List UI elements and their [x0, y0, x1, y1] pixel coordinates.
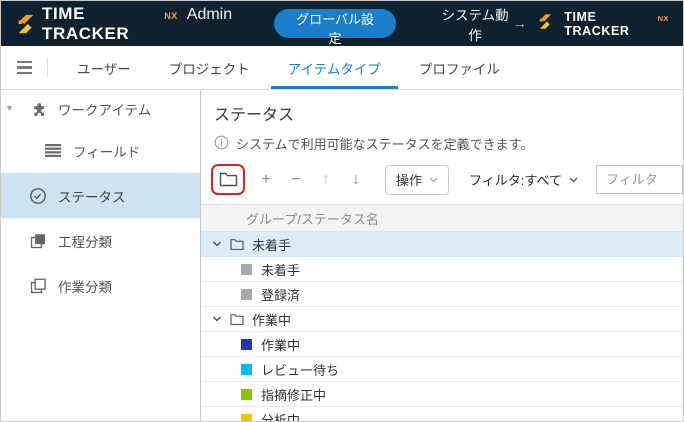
go-to-app-link[interactable]: → TIME TRACKER NX	[512, 10, 669, 38]
status-name: 指摘修正中	[261, 385, 326, 404]
status-name: 登録済	[261, 285, 300, 304]
move-down-button[interactable]: ↓	[341, 166, 371, 194]
brand-admin: Admin	[187, 6, 232, 24]
brand-nx: NX	[164, 11, 178, 21]
brand-title: TIME TRACKER	[42, 4, 159, 44]
table-row-group[interactable]: 作業中	[201, 307, 683, 332]
status-color-swatch	[241, 264, 252, 275]
navbar: ユーザー プロジェクト アイテムタイプ プロファイル	[1, 46, 683, 90]
status-color-swatch	[241, 389, 252, 400]
chevron-down-icon	[212, 240, 222, 248]
chevron-down-icon	[429, 177, 438, 183]
status-name: 分析中	[261, 410, 300, 422]
status-color-swatch	[241, 414, 252, 422]
sidebar-item-label: ステータス	[58, 186, 126, 206]
tab-item-types[interactable]: アイテムタイプ	[269, 46, 400, 89]
layers-filled-icon	[29, 232, 47, 250]
table-header: グループ/ステータス名	[201, 204, 683, 232]
sidebar-item-process-categories[interactable]: 工程分類	[1, 218, 200, 263]
sidebar: ▼ ワークアイテム フィールド	[1, 90, 201, 421]
chevron-down-icon: ▼	[5, 103, 14, 113]
status-color-swatch	[241, 339, 252, 350]
table-row-status[interactable]: 登録済	[201, 282, 683, 307]
sidebar-item-label: ワークアイテム	[58, 99, 151, 119]
sidebar-item-work-items[interactable]: ▼ ワークアイテム	[1, 90, 200, 128]
sidebar-item-fields[interactable]: フィールド	[1, 128, 200, 173]
nav-tabs: ユーザー プロジェクト アイテムタイプ プロファイル	[58, 46, 519, 89]
toolbar: + − ↑ ↓ 操作 フィルタ:すべて	[211, 164, 683, 195]
add-group-folder-button[interactable]	[215, 167, 241, 191]
group-name: 未着手	[252, 235, 291, 254]
tab-users[interactable]: ユーザー	[58, 46, 150, 89]
topbar: TIME TRACKER NX Admin グローバル設定 システム動作 → T…	[1, 1, 683, 46]
brand-left: TIME TRACKER NX Admin	[15, 4, 232, 44]
add-button[interactable]: +	[251, 166, 281, 194]
annotation-highlight	[211, 164, 245, 195]
puzzle-icon	[29, 101, 47, 118]
chevron-down-icon	[212, 315, 222, 323]
sidebar-item-task-categories[interactable]: 作業分類	[1, 263, 200, 308]
status-name: 未着手	[261, 260, 300, 279]
system-behavior-button[interactable]: システム動作	[438, 4, 512, 44]
info-icon	[214, 135, 229, 153]
table-row-status[interactable]: 未着手	[201, 257, 683, 282]
remove-button[interactable]: −	[281, 166, 311, 194]
sidebar-item-label: フィールド	[73, 141, 140, 161]
list-icon	[44, 144, 62, 157]
divider	[47, 58, 48, 77]
table-row-group[interactable]: 未着手	[201, 232, 683, 257]
table-row-status[interactable]: 作業中	[201, 332, 683, 357]
sidebar-item-label: 工程分類	[58, 231, 112, 251]
app-window: TIME TRACKER NX Admin グローバル設定 システム動作 → T…	[0, 0, 684, 422]
table-row-status[interactable]: 指摘修正中	[201, 382, 683, 407]
status-color-swatch	[241, 289, 252, 300]
status-table: グループ/ステータス名 未着手 未着手 登	[201, 204, 683, 421]
timetracker-logo-icon	[15, 13, 37, 35]
table-row-status[interactable]: 分析中	[201, 407, 683, 421]
table-row-status[interactable]: レビュー待ち	[201, 357, 683, 382]
chevron-down-icon	[569, 177, 578, 183]
tab-projects[interactable]: プロジェクト	[150, 46, 269, 89]
global-settings-button[interactable]: グローバル設定	[274, 9, 396, 38]
status-name: 作業中	[261, 335, 300, 354]
timetracker-logo-icon	[537, 13, 554, 35]
filter-scope-dropdown[interactable]: フィルタ:すべて	[469, 170, 578, 189]
page-title: ステータス	[214, 101, 683, 125]
arrow-right-icon: →	[512, 15, 527, 32]
layers-outline-icon	[29, 277, 47, 295]
status-name: レビュー待ち	[261, 360, 339, 379]
move-up-button[interactable]: ↑	[311, 166, 341, 194]
sidebar-item-label: 作業分類	[58, 276, 112, 296]
hamburger-menu-icon[interactable]	[1, 46, 47, 89]
folder-icon	[230, 313, 244, 325]
check-circle-icon	[29, 187, 47, 205]
status-color-swatch	[241, 364, 252, 375]
filter-input[interactable]	[596, 165, 683, 194]
brand-right: TIME TRACKER NX	[564, 10, 669, 38]
sidebar-item-statuses[interactable]: ステータス	[1, 173, 200, 218]
tab-profiles[interactable]: プロファイル	[400, 46, 519, 89]
folder-icon	[230, 238, 244, 250]
main-content: ステータス システムで利用可能なステータスを定義できます。	[201, 90, 683, 421]
page-description: システムで利用可能なステータスを定義できます。	[236, 134, 533, 153]
group-name: 作業中	[252, 310, 291, 329]
action-dropdown[interactable]: 操作	[385, 165, 449, 195]
